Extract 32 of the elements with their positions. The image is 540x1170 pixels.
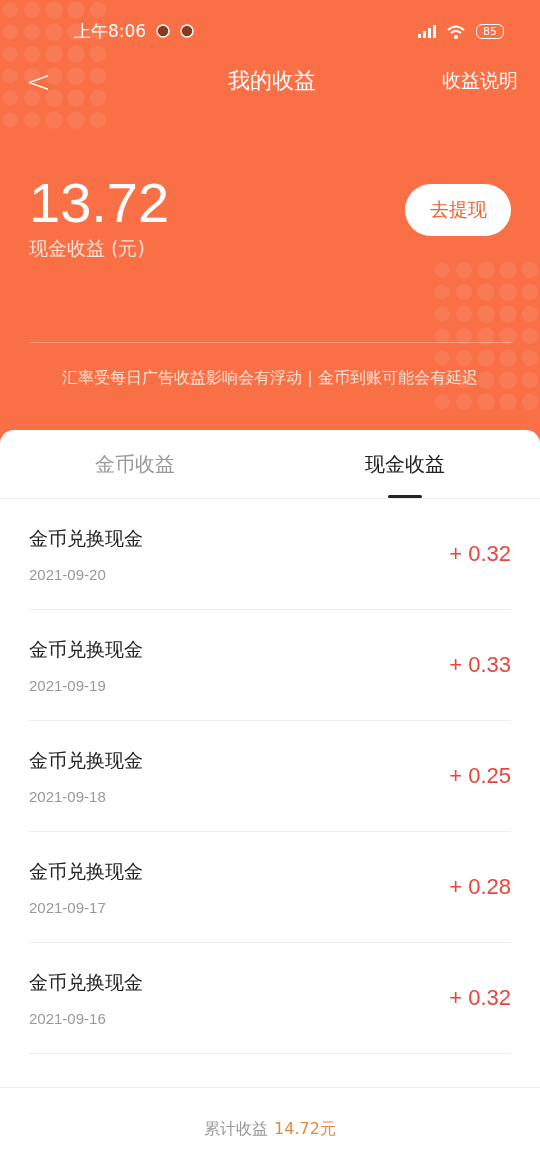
record-amount: + 0.33 [449,652,511,678]
battery-icon: 85 [476,23,504,39]
record-title: 金币兑换现金 [29,636,143,662]
record-date: 2021-09-18 [29,787,107,805]
record-date: 2021-09-19 [29,676,107,694]
record-date: 2021-09-17 [29,898,107,916]
record-title: 金币兑换现金 [29,747,143,773]
record-amount: + 0.32 [449,985,511,1011]
balance-label: 现金收益 (元) [29,236,146,261]
status-time: 上午8:06 [74,19,147,43]
signal-icon [416,24,436,38]
tab[interactable]: 金币收益 [0,430,270,498]
notification-icon [156,24,171,38]
record-amount: + 0.25 [449,763,511,789]
notice-text: 汇率受每日广告收益影响会有浮动 | 金币到账可能会有延迟 [61,368,479,389]
total-value: 14.72元 [274,1118,336,1140]
record-title: 金币兑换现金 [29,525,143,551]
record-amount: + 0.32 [449,541,511,567]
notification-icon [180,24,195,38]
record-date: 2021-09-16 [29,1009,107,1027]
tab[interactable]: 现金收益 [270,430,540,498]
record-title: 金币兑换现金 [29,858,143,884]
record-amount: + 0.28 [449,874,511,900]
wifi-icon [446,23,466,39]
record-date: 2021-09-20 [29,565,107,583]
withdraw-button[interactable]: 去提现 [405,184,511,236]
record-title: 金币兑换现金 [29,969,143,995]
balance-amount: 13.72 [29,172,170,234]
earnings-info-link[interactable]: 收益说明 [442,68,518,94]
page-title: 我的收益 [228,67,316,95]
total-label: 累计收益 [204,1118,269,1140]
back-button[interactable]: < [26,63,52,99]
